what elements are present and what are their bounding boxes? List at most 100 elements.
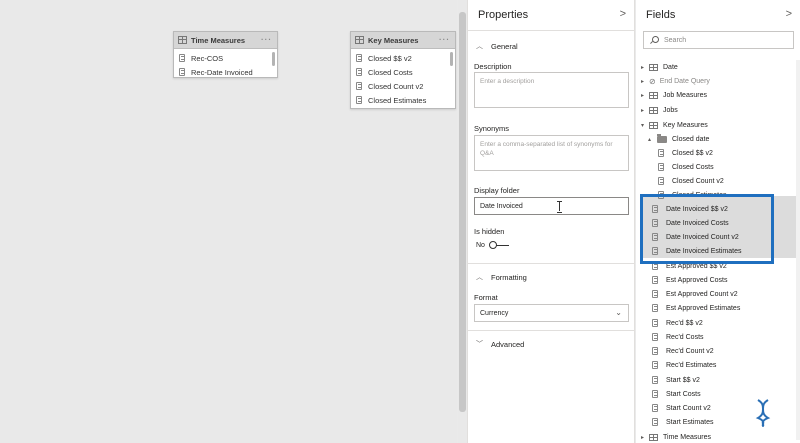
field-item-rec-d-estimates[interactable]: Rec'd Estimates bbox=[636, 358, 800, 372]
chevron-up-icon: ︿ bbox=[476, 43, 483, 50]
field-item-label: Closed Costs bbox=[672, 163, 714, 171]
table-card-time-measures[interactable]: Time Measures ··· Rec-COS Rec-Date Invoi… bbox=[173, 31, 278, 78]
collapse-fields-icon[interactable]: > bbox=[786, 8, 792, 20]
synonyms-field[interactable]: Enter a comma-separated list of synonyms… bbox=[474, 135, 629, 171]
display-folder-label: Display folder bbox=[474, 186, 520, 195]
field-item-est-approved-costs[interactable]: Est Approved Costs bbox=[636, 273, 800, 287]
field-item-closed-count-v2[interactable]: Closed Count v2 bbox=[636, 174, 800, 188]
table-card-row[interactable]: Closed Estimates bbox=[351, 93, 455, 107]
field-item-start-v2[interactable]: Start $$ v2 bbox=[636, 373, 800, 387]
section-advanced-label: Advanced bbox=[491, 339, 525, 349]
field-item-label: Start Estimates bbox=[666, 418, 714, 426]
calculator-icon bbox=[658, 163, 664, 171]
table-card-title: Time Measures bbox=[191, 35, 246, 45]
more-options-icon[interactable]: ··· bbox=[439, 35, 450, 44]
card-scrollbar[interactable] bbox=[272, 52, 275, 66]
table-card-row[interactable]: Rec-Date Invoiced bbox=[174, 65, 277, 79]
chevron-right-icon: ▸ bbox=[640, 64, 644, 71]
fields-scrollbar[interactable] bbox=[796, 60, 800, 440]
field-item-start-count-v2[interactable]: Start Count v2 bbox=[636, 401, 800, 415]
canvas-scrollbar-thumb[interactable] bbox=[459, 12, 466, 412]
calculator-icon bbox=[652, 347, 658, 355]
table-card-row[interactable]: Closed $$ v2 bbox=[351, 51, 455, 65]
calculator-icon bbox=[652, 390, 658, 398]
model-canvas[interactable]: Time Measures ··· Rec-COS Rec-Date Invoi… bbox=[0, 0, 457, 443]
table-icon bbox=[649, 91, 658, 99]
calculator-icon bbox=[179, 68, 185, 76]
table-card-header[interactable]: Key Measures ··· bbox=[351, 32, 455, 49]
table-card-row[interactable]: Closed Costs bbox=[351, 65, 455, 79]
calculator-icon bbox=[652, 376, 658, 384]
field-item-rec-d-costs[interactable]: Rec'd Costs bbox=[636, 330, 800, 344]
is-hidden-toggle[interactable] bbox=[488, 241, 509, 249]
format-select[interactable]: Currency ⌄ bbox=[474, 304, 629, 322]
table-icon bbox=[178, 36, 187, 44]
calculator-icon bbox=[356, 68, 362, 76]
toggle-track bbox=[495, 244, 509, 246]
card-scrollbar[interactable] bbox=[450, 52, 453, 66]
field-item-rec-d-v2[interactable]: Rec'd $$ v2 bbox=[636, 316, 800, 330]
table-card-key-measures[interactable]: Key Measures ··· Closed $$ v2 Closed Cos… bbox=[350, 31, 456, 109]
field-item-label: Closed Count v2 bbox=[672, 177, 724, 185]
field-item-time-measures[interactable]: ▸ Time Measures bbox=[636, 430, 800, 443]
field-item-end-date-query[interactable]: ▸ ⊘ End Date Query bbox=[636, 74, 800, 88]
properties-pane: Properties > ︿ General Description Enter… bbox=[467, 0, 635, 443]
measure-label: Closed Estimates bbox=[368, 95, 427, 105]
divider bbox=[468, 30, 634, 31]
calculator-icon bbox=[652, 304, 658, 312]
field-item-jobs[interactable]: ▸ Jobs bbox=[636, 103, 800, 117]
divider bbox=[468, 330, 634, 331]
section-formatting[interactable]: ︿ Formatting bbox=[468, 267, 634, 287]
field-item-label: Est Approved Estimates bbox=[666, 304, 741, 312]
canvas-scrollbar[interactable] bbox=[458, 0, 467, 443]
fields-title: Fields bbox=[646, 9, 676, 21]
synonyms-label: Synonyms bbox=[474, 124, 510, 133]
field-item-label: Rec'd $$ v2 bbox=[666, 319, 703, 327]
format-value: Currency bbox=[480, 309, 509, 317]
section-general-label: General bbox=[491, 41, 518, 51]
measure-label: Closed Costs bbox=[368, 67, 413, 77]
calculator-icon bbox=[652, 319, 658, 327]
section-formatting-label: Formatting bbox=[491, 272, 527, 282]
field-item-est-approved-estimates[interactable]: Est Approved Estimates bbox=[636, 301, 800, 315]
field-item-label: Rec'd Costs bbox=[666, 333, 704, 341]
is-hidden-value: No bbox=[476, 241, 485, 249]
calculator-icon bbox=[652, 276, 658, 284]
hidden-eye-icon: ⊘ bbox=[649, 76, 656, 86]
measure-label: Closed $$ v2 bbox=[368, 53, 412, 63]
field-item-job-measures[interactable]: ▸ Job Measures bbox=[636, 88, 800, 102]
properties-title: Properties bbox=[478, 9, 529, 21]
calculator-icon bbox=[658, 149, 664, 157]
dna-logo-icon bbox=[755, 399, 771, 427]
table-card-row[interactable]: Closed Count v2 bbox=[351, 79, 455, 93]
table-card-row[interactable]: Rec-COS bbox=[174, 51, 277, 65]
section-advanced[interactable]: ﹀ Advanced bbox=[468, 334, 634, 354]
fields-search-input[interactable]: Search bbox=[643, 31, 794, 49]
more-options-icon[interactable]: ··· bbox=[261, 35, 272, 44]
description-label: Description bbox=[474, 62, 512, 71]
search-placeholder: Search bbox=[664, 36, 687, 44]
field-item-date[interactable]: ▸ Date bbox=[636, 60, 800, 74]
description-field[interactable]: Enter a description bbox=[474, 72, 629, 108]
chevron-down-icon: ▾ bbox=[640, 122, 644, 129]
section-general[interactable]: ︿ General bbox=[468, 36, 634, 56]
collapse-properties-icon[interactable]: > bbox=[620, 8, 626, 20]
field-item-label: Job Measures bbox=[663, 91, 707, 99]
display-folder-input[interactable]: Date Invoiced bbox=[474, 197, 629, 215]
field-item-closed-v2[interactable]: Closed $$ v2 bbox=[636, 146, 800, 160]
field-item-start-costs[interactable]: Start Costs bbox=[636, 387, 800, 401]
is-hidden-label: Is hidden bbox=[474, 227, 505, 236]
field-item-est-approved-count-v2[interactable]: Est Approved Count v2 bbox=[636, 287, 800, 301]
field-item-start-estimates[interactable]: Start Estimates bbox=[636, 415, 800, 429]
calculator-icon bbox=[652, 290, 658, 298]
field-item-rec-d-count-v2[interactable]: Rec'd Count v2 bbox=[636, 344, 800, 358]
measure-label: Rec-Date Invoiced bbox=[191, 67, 253, 77]
table-card-header[interactable]: Time Measures ··· bbox=[174, 32, 277, 49]
field-item-label: Start Costs bbox=[666, 390, 701, 398]
divider bbox=[468, 263, 634, 264]
field-item-closed-date[interactable]: ▴ Closed date bbox=[636, 132, 800, 146]
field-item-label: Closed $$ v2 bbox=[672, 149, 713, 157]
field-item-key-measures[interactable]: ▾ Key Measures bbox=[636, 118, 800, 132]
field-item-closed-costs[interactable]: Closed Costs bbox=[636, 160, 800, 174]
field-item-label: Jobs bbox=[663, 106, 678, 114]
